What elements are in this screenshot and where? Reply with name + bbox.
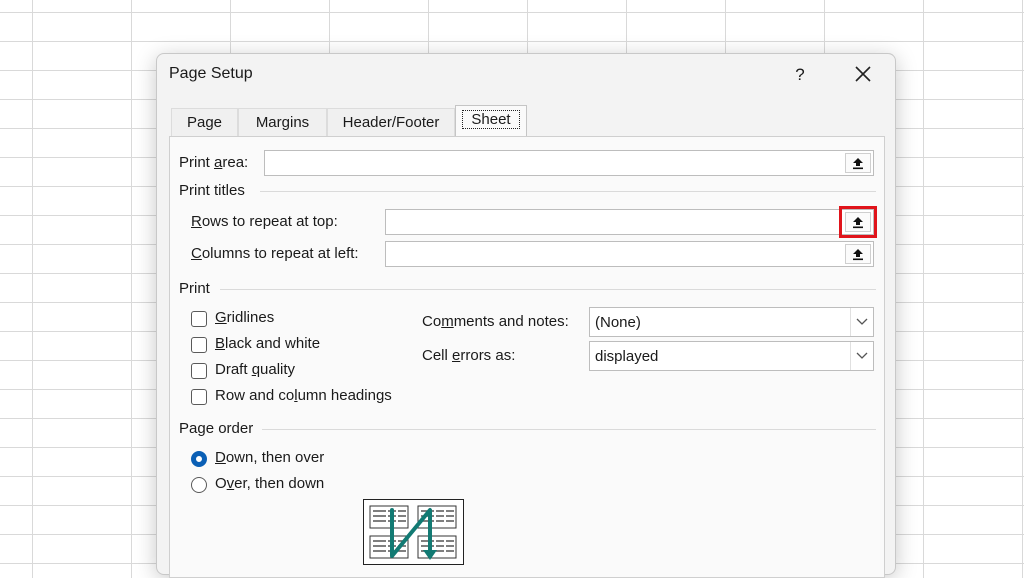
columns-to-repeat-field (385, 241, 874, 267)
comments-notes-label: Comments and notes: (422, 313, 569, 330)
rows-collapse-button[interactable] (839, 206, 877, 238)
rows-to-repeat-field (385, 206, 877, 238)
columns-to-repeat-input[interactable] (390, 245, 841, 265)
tab-margins[interactable]: Margins (238, 108, 327, 136)
page-order-preview (363, 499, 464, 565)
tab-header-footer[interactable]: Header/Footer (327, 108, 455, 136)
tab-label: Sheet (462, 110, 520, 129)
tab-label: Margins (255, 114, 310, 131)
black-and-white-label: Black and white (215, 335, 321, 352)
cell-errors-dropdown-button[interactable] (850, 342, 873, 370)
columns-to-repeat-label: Columns to repeat at left: (191, 245, 359, 262)
tab-label: Page (186, 114, 223, 131)
dialog-title: Page Setup (169, 65, 253, 82)
divider (220, 289, 876, 290)
close-button[interactable] (849, 60, 877, 88)
black-and-white-checkbox[interactable] (191, 337, 207, 353)
cell-errors-select[interactable]: displayed (589, 341, 874, 371)
down-then-over-label: Down, then over (215, 449, 325, 466)
print-area-label: Print area: (179, 154, 249, 171)
page-setup-dialog: Page Setup ? Page Margins Header/Footer … (156, 53, 896, 578)
comments-dropdown-button[interactable] (850, 308, 873, 336)
collapse-dialog-icon (853, 158, 863, 170)
tab-label: Header/Footer (342, 114, 440, 131)
row-column-headings-checkbox[interactable] (191, 389, 207, 405)
close-icon (855, 66, 871, 82)
collapse-dialog-icon (853, 217, 863, 229)
rows-to-repeat-input[interactable] (390, 213, 841, 233)
divider (262, 429, 876, 430)
divider (260, 191, 876, 192)
comments-notes-value: (None) (595, 314, 641, 331)
print-group-title: Print (179, 280, 210, 297)
down-then-over-radio[interactable] (191, 451, 207, 467)
row-column-headings-label: Row and column headings (215, 387, 392, 404)
gridlines-checkbox[interactable] (191, 311, 207, 327)
sheet-tab-panel: Print area: Print titles Rows to repeat … (169, 136, 885, 578)
gridlines-label: Gridlines (215, 309, 275, 326)
over-then-down-radio[interactable] (191, 477, 207, 493)
comments-notes-select[interactable]: (None) (589, 307, 874, 337)
chevron-down-icon (856, 352, 868, 359)
chevron-down-icon (856, 318, 868, 325)
tab-sheet[interactable]: Sheet (455, 105, 527, 137)
cell-errors-value: displayed (595, 348, 659, 365)
cell-errors-label: Cell errors as: (422, 347, 516, 364)
over-then-down-label: Over, then down (215, 475, 325, 492)
columns-collapse-button[interactable] (845, 244, 871, 264)
print-area-input[interactable] (269, 154, 841, 174)
print-area-collapse-button[interactable] (845, 153, 871, 173)
page-order-group-title: Page order (179, 420, 254, 437)
page-order-diagram (369, 505, 457, 560)
title-bar: Page Setup ? (157, 54, 895, 98)
print-area-field (264, 150, 874, 176)
help-button[interactable]: ? (787, 62, 813, 88)
print-titles-group-title: Print titles (179, 182, 245, 199)
draft-quality-label: Draft quality (215, 361, 296, 378)
draft-quality-checkbox[interactable] (191, 363, 207, 379)
collapse-dialog-icon (853, 249, 863, 261)
tab-page[interactable]: Page (171, 108, 238, 136)
rows-to-repeat-label: Rows to repeat at top: (191, 213, 338, 230)
